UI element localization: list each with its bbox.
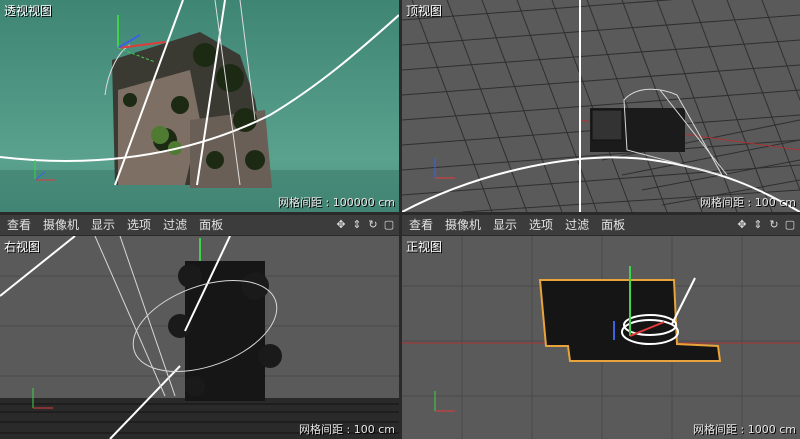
perspective-viewport[interactable]: 透视视图 网格间距 : 100000 cm: [0, 0, 399, 212]
maximize-view-icon[interactable]: ▢: [383, 219, 395, 231]
rotate-view-icon[interactable]: ↻: [367, 219, 379, 231]
zoom-view-icon[interactable]: ⇕: [351, 219, 363, 231]
move-view-icon[interactable]: ✥: [736, 219, 748, 231]
top-scene[interactable]: [402, 0, 800, 212]
viewport-menubar: 查看 摄像机 显示 选项 过滤 面板 ✥ ⇕ ↻ ▢: [402, 215, 800, 236]
building-topdown: [590, 108, 685, 152]
menu-filter[interactable]: 过滤: [157, 215, 193, 235]
menu-camera[interactable]: 摄像机: [439, 215, 487, 235]
menu-view[interactable]: 查看: [402, 215, 439, 235]
menu-options[interactable]: 选项: [121, 215, 157, 235]
grid-spacing-label: 网格间距 : 100 cm: [299, 423, 395, 436]
grid-spacing-label: 网格间距 : 100 cm: [700, 196, 796, 209]
right-viewport[interactable]: 查看 摄像机 显示 选项 过滤 面板 ✥ ⇕ ↻ ▢ 右视图 网格间距: 10…: [0, 215, 399, 439]
viewport-title: 右视图: [4, 240, 41, 254]
front-scene[interactable]: [402, 236, 800, 439]
menu-options[interactable]: 选项: [523, 215, 559, 235]
zoom-view-icon[interactable]: ⇕: [752, 219, 764, 231]
viewport-title: 顶视图: [406, 4, 443, 18]
viewport-title: 透视视图: [4, 4, 53, 18]
perspective-scene[interactable]: [0, 0, 399, 212]
grid-spacing-label: 网格间距 : 1000 cm: [693, 423, 796, 436]
rotate-view-icon[interactable]: ↻: [768, 219, 780, 231]
top-viewport[interactable]: 顶视图 网格间距 : 100 cm: [402, 0, 800, 212]
grid-spacing-label: 网格间距 : 100000 cm: [278, 196, 395, 209]
menu-display[interactable]: 显示: [85, 215, 121, 235]
move-view-icon[interactable]: ✥: [335, 219, 347, 231]
menu-display[interactable]: 显示: [487, 215, 523, 235]
menu-view[interactable]: 查看: [0, 215, 37, 235]
front-viewport[interactable]: 查看 摄像机 显示 选项 过滤 面板 ✥ ⇕ ↻ ▢ 正视图 网格间距: 10…: [402, 215, 800, 439]
maximize-view-icon[interactable]: ▢: [784, 219, 796, 231]
menu-panel[interactable]: 面板: [193, 215, 229, 235]
right-scene[interactable]: [0, 236, 399, 439]
viewport-menubar: 查看 摄像机 显示 选项 过滤 面板 ✥ ⇕ ↻ ▢: [0, 215, 399, 236]
menu-panel[interactable]: 面板: [595, 215, 631, 235]
menu-filter[interactable]: 过滤: [559, 215, 595, 235]
menu-camera[interactable]: 摄像机: [37, 215, 85, 235]
viewport-title: 正视图: [406, 240, 443, 254]
